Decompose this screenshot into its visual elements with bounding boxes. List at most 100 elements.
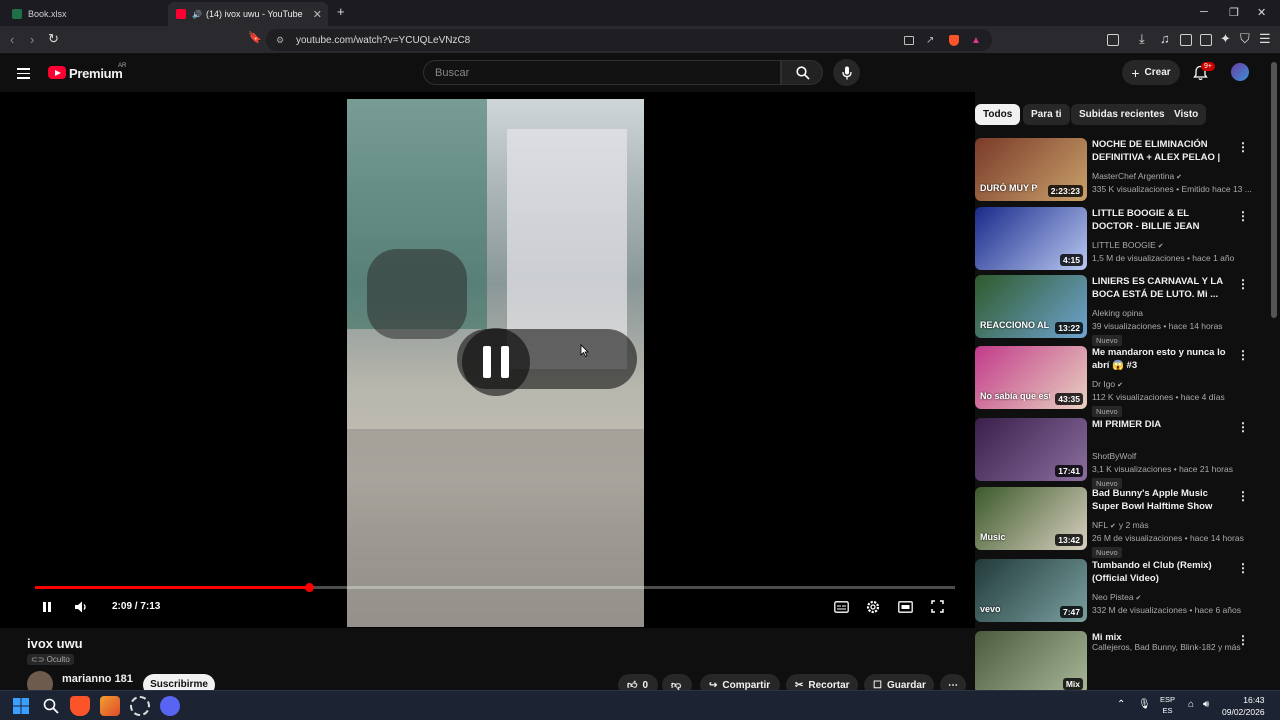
- recommendation-thumbnail[interactable]: vevo 7:47: [975, 559, 1087, 622]
- back-icon[interactable]: ‹: [10, 32, 14, 47]
- share-page-icon[interactable]: ↗: [926, 35, 934, 46]
- theater-mode-icon[interactable]: [898, 601, 913, 613]
- tab-youtube[interactable]: 🔊 (14) ivox uwu - YouTube ✕: [168, 2, 328, 26]
- channel-name: ShotByWolf: [1092, 451, 1137, 461]
- recommendation-item[interactable]: vevo 7:47 Tumbando el Club (Remix) (Offici…: [975, 559, 1255, 623]
- menu-icon[interactable]: ☰: [1259, 31, 1271, 47]
- microphone-tray-icon[interactable]: 🎙︎: [1138, 699, 1151, 710]
- recommendation-thumbnail[interactable]: DURÓ MUY P 2:23:23: [975, 138, 1087, 201]
- media-icon[interactable]: ♫: [1160, 31, 1170, 46]
- windows-start-icon[interactable]: [13, 698, 29, 714]
- sidebar-icon[interactable]: [1180, 34, 1192, 46]
- recommendation-thumbnail[interactable]: 17:41: [975, 418, 1087, 481]
- tab-book-xlsx[interactable]: Book.xlsx: [4, 2, 164, 26]
- input-language[interactable]: ESP ES: [1160, 694, 1175, 716]
- cast-icon[interactable]: [904, 35, 914, 45]
- recommendation-item[interactable]: Music 13:42 Bad Bunny's Apple Music Super …: [975, 487, 1255, 558]
- leo-ai-icon[interactable]: ✦: [1220, 31, 1231, 47]
- recommendation-thumbnail[interactable]: 4:15: [975, 207, 1087, 270]
- extensions-icon[interactable]: [1107, 34, 1119, 46]
- maximize-icon[interactable]: ❐: [1229, 6, 1239, 19]
- more-vertical-icon[interactable]: ⋮: [1237, 633, 1249, 647]
- youtube-logo-icon[interactable]: [48, 66, 66, 79]
- account-avatar[interactable]: [1231, 63, 1249, 81]
- recommendation-item[interactable]: 4:15 LITTLE BOOGIE & EL DOCTOR - BILLIE J…: [975, 207, 1255, 271]
- chip-todos[interactable]: Todos: [975, 104, 1021, 125]
- app-icon[interactable]: [100, 696, 120, 716]
- chip-visto[interactable]: Visto: [1166, 104, 1207, 125]
- recommendation-item[interactable]: 17:41 MI PRIMER DIA ShotByWolf 3,1 K visual…: [975, 418, 1255, 489]
- pause-icon[interactable]: [41, 601, 53, 613]
- recommendation-item[interactable]: DURÓ MUY P 2:23:23 NOCHE DE ELIMINACIÓN DE…: [975, 138, 1255, 202]
- taskbar-search-icon[interactable]: [43, 698, 59, 714]
- create-button[interactable]: + Crear: [1122, 60, 1180, 85]
- recommendation-item[interactable]: Mix Mi mix Callejeros, Bad Bunny, Blink-18…: [975, 631, 1255, 695]
- site-info-icon[interactable]: ⚙: [276, 35, 284, 46]
- recommendation-thumbnail[interactable]: No sabía que esto existía... 43:35: [975, 346, 1087, 409]
- volume-icon[interactable]: [74, 600, 90, 614]
- recommendation-channel[interactable]: Dr Igo ✔: [1092, 379, 1123, 389]
- system-tray-chevron-icon[interactable]: ⌃: [1117, 699, 1125, 710]
- bookmark-icon[interactable]: 🔖: [248, 31, 262, 44]
- guide-menu-icon[interactable]: [17, 65, 30, 82]
- progress-scrubber[interactable]: [305, 583, 315, 592]
- close-window-icon[interactable]: ✕: [1257, 6, 1266, 19]
- more-vertical-icon[interactable]: ⋮: [1237, 489, 1249, 503]
- recommendation-title[interactable]: Tumbando el Club (Remix) (Official Video…: [1092, 559, 1227, 585]
- pause-overlay-icon[interactable]: [462, 328, 530, 396]
- more-vertical-icon[interactable]: ⋮: [1237, 348, 1249, 362]
- rewards-icon[interactable]: ▲: [971, 35, 981, 46]
- recommendation-thumbnail[interactable]: REACCIONO AL FORTIN 13:22: [975, 275, 1087, 338]
- recommendation-item[interactable]: No sabía que esto existía... 43:35 Me mand…: [975, 346, 1255, 417]
- chip-subidas-recientes[interactable]: Subidas recientes: [1071, 104, 1173, 125]
- search-button[interactable]: [781, 60, 823, 85]
- recommendation-channel[interactable]: LITTLE BOOGIE ✔: [1092, 240, 1164, 250]
- brand-label[interactable]: Premium: [69, 66, 123, 81]
- recommendation-item[interactable]: REACCIONO AL FORTIN 13:22 LINIERS ES CARNA…: [975, 275, 1255, 346]
- forward-icon[interactable]: ›: [30, 32, 34, 47]
- more-vertical-icon[interactable]: ⋮: [1237, 277, 1249, 291]
- progress-bar[interactable]: [35, 583, 955, 592]
- brave-browser-icon[interactable]: [70, 696, 90, 716]
- recommendation-channel[interactable]: NFL ✔ y 2 más: [1092, 520, 1149, 530]
- recommendation-channel[interactable]: MasterChef Argentina ✔: [1092, 171, 1182, 181]
- minimize-icon[interactable]: ─: [1200, 6, 1208, 18]
- voice-search-button[interactable]: [833, 59, 860, 86]
- page-scrollbar[interactable]: [1271, 62, 1277, 318]
- system-clock[interactable]: 16:43 09/02/2026: [1222, 694, 1265, 718]
- discord-icon[interactable]: [160, 696, 180, 716]
- reload-icon[interactable]: ↻: [48, 31, 59, 47]
- recommendation-title[interactable]: LINIERS ES CARNAVAL Y LA BOCA ESTÁ DE LU…: [1092, 275, 1227, 301]
- recommendation-channel[interactable]: Neo Pistea ✔: [1092, 592, 1141, 602]
- recommendation-title[interactable]: Bad Bunny's Apple Music Super Bowl Halft…: [1092, 487, 1227, 513]
- more-vertical-icon[interactable]: ⋮: [1237, 209, 1249, 223]
- settings-gear-icon[interactable]: [866, 600, 880, 614]
- more-vertical-icon[interactable]: ⋮: [1237, 420, 1249, 434]
- url-bar[interactable]: ⚙ youtube.com/watch?v=YCUQLeVNzC8 ↗ ▲: [266, 29, 992, 51]
- recommendation-title[interactable]: LITTLE BOOGIE & EL DOCTOR - BILLIE JEAN …: [1092, 207, 1227, 233]
- recommendation-thumbnail[interactable]: Mix: [975, 631, 1087, 694]
- channel-name[interactable]: marianno 181: [62, 673, 133, 685]
- loading-app-icon[interactable]: [130, 696, 150, 716]
- network-icon[interactable]: ⌂: [1188, 699, 1194, 710]
- search-input[interactable]: Buscar: [423, 60, 781, 85]
- wallet-icon[interactable]: [1200, 34, 1212, 46]
- brave-shields-icon[interactable]: [949, 34, 959, 46]
- new-tab-button[interactable]: +: [337, 4, 345, 19]
- video-player[interactable]: 2:09 / 7:13: [0, 92, 975, 628]
- download-icon[interactable]: ⤓: [1139, 31, 1145, 47]
- more-vertical-icon[interactable]: ⋮: [1237, 140, 1249, 154]
- recommendation-title[interactable]: MI PRIMER DIA: [1092, 418, 1227, 431]
- recommendation-title[interactable]: NOCHE DE ELIMINACIÓN DEFINITIVA + ALEX P…: [1092, 138, 1227, 164]
- more-vertical-icon[interactable]: ⋮: [1237, 561, 1249, 575]
- fullscreen-icon[interactable]: [931, 600, 944, 613]
- recommendation-thumbnail[interactable]: Music 13:42: [975, 487, 1087, 550]
- close-tab-icon[interactable]: ✕: [313, 8, 322, 21]
- vpn-icon[interactable]: ⛉: [1240, 31, 1250, 47]
- recommendation-channel[interactable]: ShotByWolf: [1092, 451, 1136, 461]
- recommendation-channel[interactable]: Aleking opina: [1092, 308, 1143, 318]
- subtitles-icon[interactable]: [834, 601, 849, 613]
- volume-tray-icon[interactable]: 🔊︎: [1203, 699, 1209, 710]
- chip-para-ti[interactable]: Para ti: [1023, 104, 1070, 125]
- recommendation-title[interactable]: Me mandaron esto y nunca lo abrí 😱 #3: [1092, 346, 1227, 372]
